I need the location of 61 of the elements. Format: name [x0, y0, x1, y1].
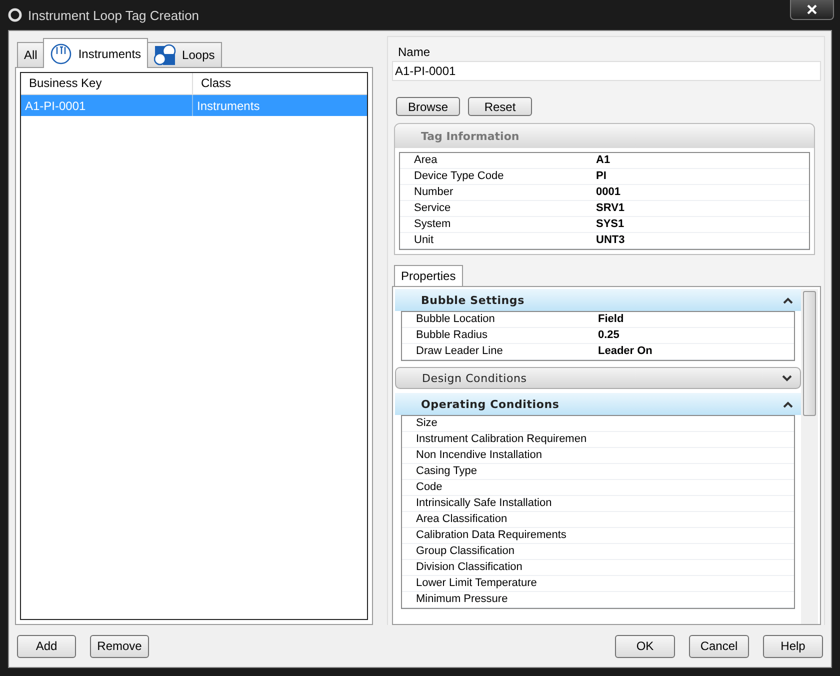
- section-title: Design Conditions: [422, 372, 527, 384]
- property-label: Area Classification: [415, 512, 508, 527]
- tab[interactable]: All: [17, 42, 44, 68]
- property-label: Unit: [413, 233, 435, 248]
- property-label: Lower Limit Temperature: [415, 576, 538, 591]
- dialog-button[interactable]: Reset: [468, 97, 532, 116]
- panel-header: Tag Information: [395, 124, 814, 148]
- collapse-chevron-icon[interactable]: [783, 400, 793, 408]
- property-value: Leader On: [597, 344, 654, 359]
- section-title: Operating Conditions: [421, 398, 560, 410]
- section-header[interactable]: Operating Conditions: [395, 393, 801, 415]
- property-value: Field: [597, 312, 625, 327]
- property-label: Group Classification: [415, 544, 516, 559]
- dialog-button[interactable]: Remove: [90, 634, 149, 658]
- property-value: PI: [595, 169, 608, 184]
- loop-shapes-icon: [154, 44, 176, 66]
- collapse-chevron-icon[interactable]: [783, 296, 793, 304]
- app-circle-icon: [8, 8, 22, 22]
- dialog-button[interactable]: Cancel: [689, 634, 749, 658]
- property-value: A1: [595, 153, 612, 168]
- property-label: Calibration Data Requirements: [415, 528, 568, 543]
- name-input-field[interactable]: A1-PI-0001: [392, 61, 821, 81]
- property-label: System: [413, 217, 452, 232]
- property-label: Draw Leader Line: [415, 344, 504, 359]
- property-label: Area: [413, 153, 438, 168]
- dialog-button[interactable]: Browse: [396, 97, 460, 116]
- property-label: Intrinsically Safe Installation: [415, 496, 553, 511]
- property-label: Division Classification: [415, 560, 524, 575]
- property-label: Number: [413, 185, 454, 200]
- expand-chevron-icon[interactable]: [782, 374, 792, 382]
- tab[interactable]: Instruments: [43, 38, 148, 68]
- property-label: Casing Type: [415, 464, 478, 479]
- property-label: Service: [413, 201, 452, 216]
- property-label: Code: [415, 480, 444, 495]
- instrument-bubble-icon: [50, 42, 72, 64]
- vertical-scrollbar[interactable]: [801, 289, 818, 624]
- property-label: Bubble Radius: [415, 328, 489, 343]
- property-label: Minimum Pressure: [415, 592, 509, 607]
- property-value: 0.25: [597, 328, 620, 343]
- dialog-button[interactable]: OK: [615, 634, 675, 658]
- close-icon: [806, 4, 818, 15]
- dialog-button[interactable]: Help: [763, 634, 823, 658]
- property-value: SRV1: [595, 201, 626, 216]
- section-title: Bubble Settings: [421, 294, 524, 306]
- tab[interactable]: Loops: [147, 42, 222, 68]
- name-label: Name: [397, 45, 432, 59]
- scroll-thumb[interactable]: [803, 291, 816, 416]
- section-header[interactable]: Design Conditions: [395, 367, 801, 389]
- property-label: Non Incendive Installation: [415, 448, 543, 463]
- property-label: Instrument Calibration Requiremen: [415, 432, 588, 447]
- section-header[interactable]: Bubble Settings: [395, 289, 801, 311]
- property-value: 0001: [595, 185, 622, 200]
- property-value: SYS1: [595, 217, 626, 232]
- property-label: Bubble Location: [415, 312, 496, 327]
- property-label: Size: [415, 416, 438, 431]
- close-button[interactable]: [790, 0, 834, 20]
- property-label: Device Type Code: [413, 169, 505, 184]
- property-value: UNT3: [595, 233, 626, 248]
- dialog-button[interactable]: Add: [17, 634, 76, 658]
- properties-tab[interactable]: Properties: [394, 265, 463, 286]
- window-title: Instrument Loop Tag Creation: [28, 8, 200, 22]
